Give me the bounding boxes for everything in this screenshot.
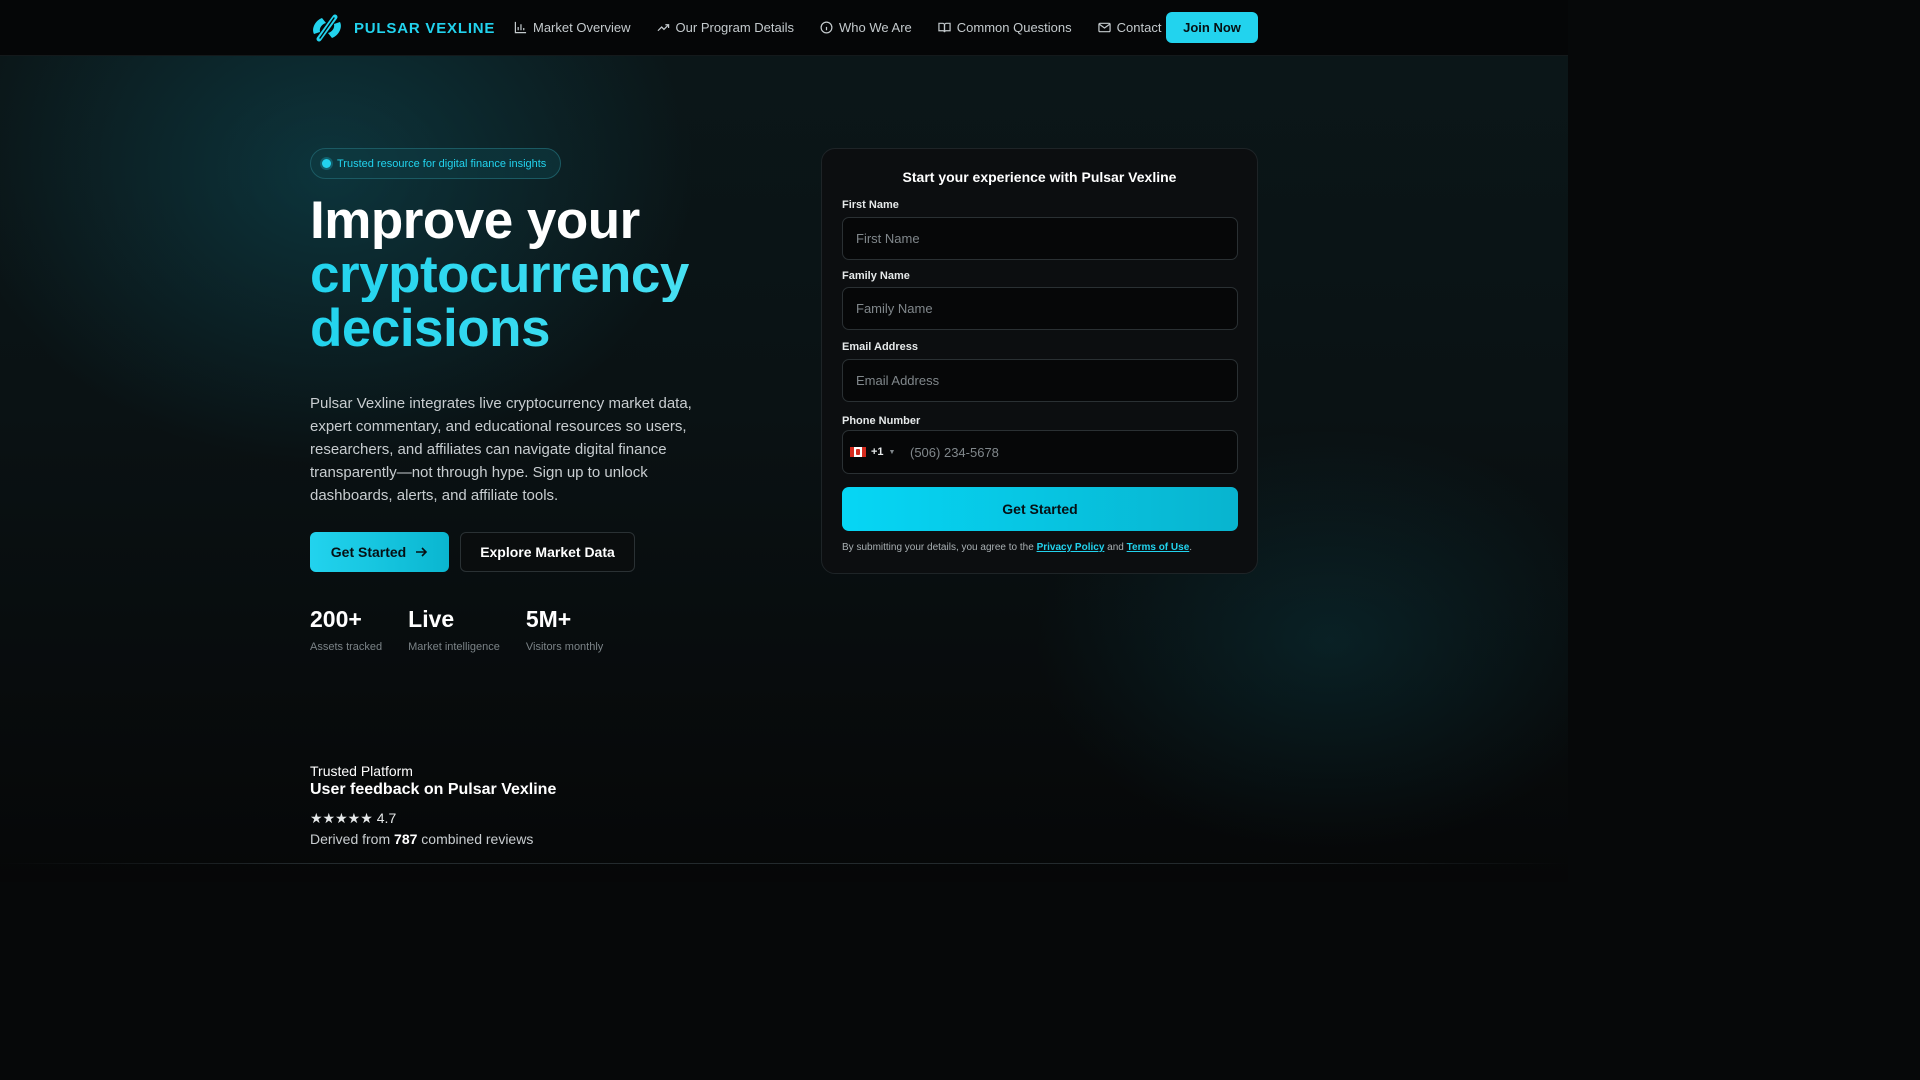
badge-dot-icon <box>322 159 331 168</box>
canada-flag-icon <box>850 447 866 457</box>
consent-suffix: . <box>1189 542 1193 553</box>
hero-title: Improve your cryptocurrency decisions <box>310 194 770 356</box>
get-started-label: Get Started <box>330 544 407 560</box>
rating-row: ★★★★★ 4.7 <box>310 810 396 827</box>
brand-logo-link[interactable]: PULSAR VEXLINE <box>310 12 495 44</box>
first-name-field[interactable] <box>842 217 1238 260</box>
nav-item-market-overview[interactable]: Market Overview <box>514 20 631 35</box>
brand-logo-icon <box>313 14 341 42</box>
email-field[interactable] <box>842 359 1238 402</box>
consent-prefix: By submitting your details, you agree to… <box>842 542 1034 553</box>
badge-text: Trusted resource for digital finance ins… <box>337 157 547 170</box>
hero-title-line2: cryptocurrency <box>310 248 770 302</box>
nav-label: Our Program Details <box>675 20 795 35</box>
arrow-right-icon <box>416 547 428 557</box>
nav-label: Common Questions <box>956 20 1072 35</box>
consent-text: By submitting your details, you agree to… <box>842 542 1192 553</box>
join-now-button[interactable]: Join Now <box>1166 12 1258 43</box>
stat-assets: 200+ Assets tracked <box>310 605 382 653</box>
nav-item-common-questions[interactable]: Common Questions <box>938 20 1072 35</box>
trust-badge: Trusted resource for digital finance ins… <box>310 148 561 179</box>
nav-item-program-details[interactable]: Our Program Details <box>657 20 794 35</box>
background-glow <box>0 0 1568 882</box>
stat-label: Assets tracked <box>310 641 383 653</box>
top-navbar: PULSAR VEXLINE Market Overview Our Progr… <box>0 0 1568 56</box>
get-started-button[interactable]: Get Started <box>310 532 449 572</box>
star-rating-icon: ★★★★★ <box>310 810 373 826</box>
rating-value: 4.7 <box>376 810 397 826</box>
chevron-down-icon: ▼ <box>888 448 896 456</box>
form-title: Start your experience with Pulsar Vexlin… <box>902 169 1177 185</box>
terms-of-use-link[interactable]: Terms of Use <box>1127 542 1190 553</box>
book-open-icon <box>938 22 951 33</box>
info-icon <box>820 21 833 34</box>
reviews-count-text: Derived from 787 combined reviews <box>310 831 533 847</box>
family-name-field[interactable] <box>842 287 1238 330</box>
family-name-label: Family Name <box>842 270 910 282</box>
hero-title-line3: decisions <box>310 302 770 356</box>
stat-label: Market intelligence <box>408 641 500 653</box>
mail-icon <box>1097 22 1111 33</box>
stat-value: 200+ <box>310 606 362 632</box>
phone-input[interactable] <box>903 431 1237 473</box>
nav-label: Market Overview <box>533 20 631 35</box>
bar-chart-icon <box>514 21 527 34</box>
hero-description: Pulsar Vexline integrates live cryptocur… <box>310 395 692 504</box>
email-label: Email Address <box>842 341 919 353</box>
consent-and: and <box>1107 542 1124 553</box>
nav-links: Market Overview Our Program Details Who … <box>514 0 1181 55</box>
nav-item-who-we-are[interactable]: Who We Are <box>820 20 912 35</box>
country-code-select[interactable]: +1 ▼ <box>843 446 903 458</box>
trending-up-icon <box>657 24 669 32</box>
reviews-prefix: Derived from <box>310 831 391 847</box>
signup-form-card: Start your experience with Pulsar Vexlin… <box>821 148 1258 574</box>
first-name-label: First Name <box>842 199 899 211</box>
explore-market-data-button[interactable]: Explore Market Data <box>460 532 635 572</box>
stat-value: 5M+ <box>525 606 572 632</box>
reviews-count: 787 <box>394 831 418 847</box>
section-divider <box>0 863 1568 864</box>
stat-market: Live Market intelligence <box>408 605 500 653</box>
country-code: +1 <box>871 446 884 458</box>
phone-label: Phone Number <box>842 415 921 427</box>
phone-field-wrapper: +1 ▼ <box>842 430 1238 474</box>
nav-label: Who We Are <box>839 20 912 35</box>
stat-visitors: 5M+ Visitors monthly <box>526 605 603 653</box>
privacy-policy-link[interactable]: Privacy Policy <box>1037 542 1105 553</box>
hero-title-line1: Improve your <box>310 191 640 250</box>
form-submit-button[interactable]: Get Started <box>842 487 1238 531</box>
trust-title: User feedback on Pulsar Vexline <box>310 781 557 798</box>
stats-row: 200+ Assets tracked Live Market intellig… <box>310 605 603 653</box>
brand-name: PULSAR VEXLINE <box>354 19 496 37</box>
stat-value: Live <box>408 606 455 632</box>
stat-label: Visitors monthly <box>525 641 604 653</box>
reviews-suffix: combined reviews <box>421 831 534 847</box>
trust-eyebrow: Trusted Platform <box>310 763 413 779</box>
